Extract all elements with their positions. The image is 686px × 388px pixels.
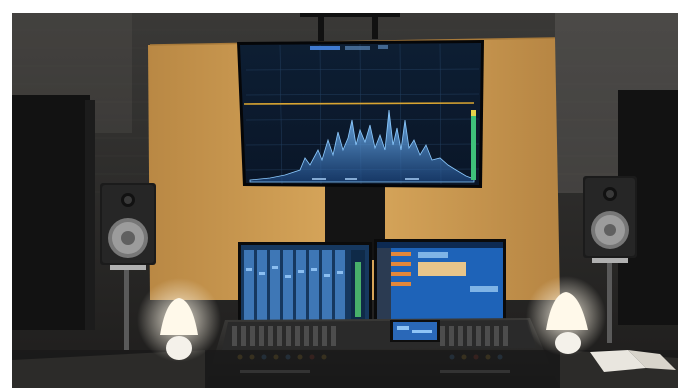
left-lamp — [137, 278, 221, 362]
spectrum-monitor — [237, 40, 484, 188]
right-lamp — [526, 276, 606, 356]
left-desk-monitor — [238, 242, 372, 328]
right-desk-monitor — [374, 239, 506, 322]
left-acoustic-column — [12, 95, 95, 330]
studio-photo — [0, 0, 686, 388]
